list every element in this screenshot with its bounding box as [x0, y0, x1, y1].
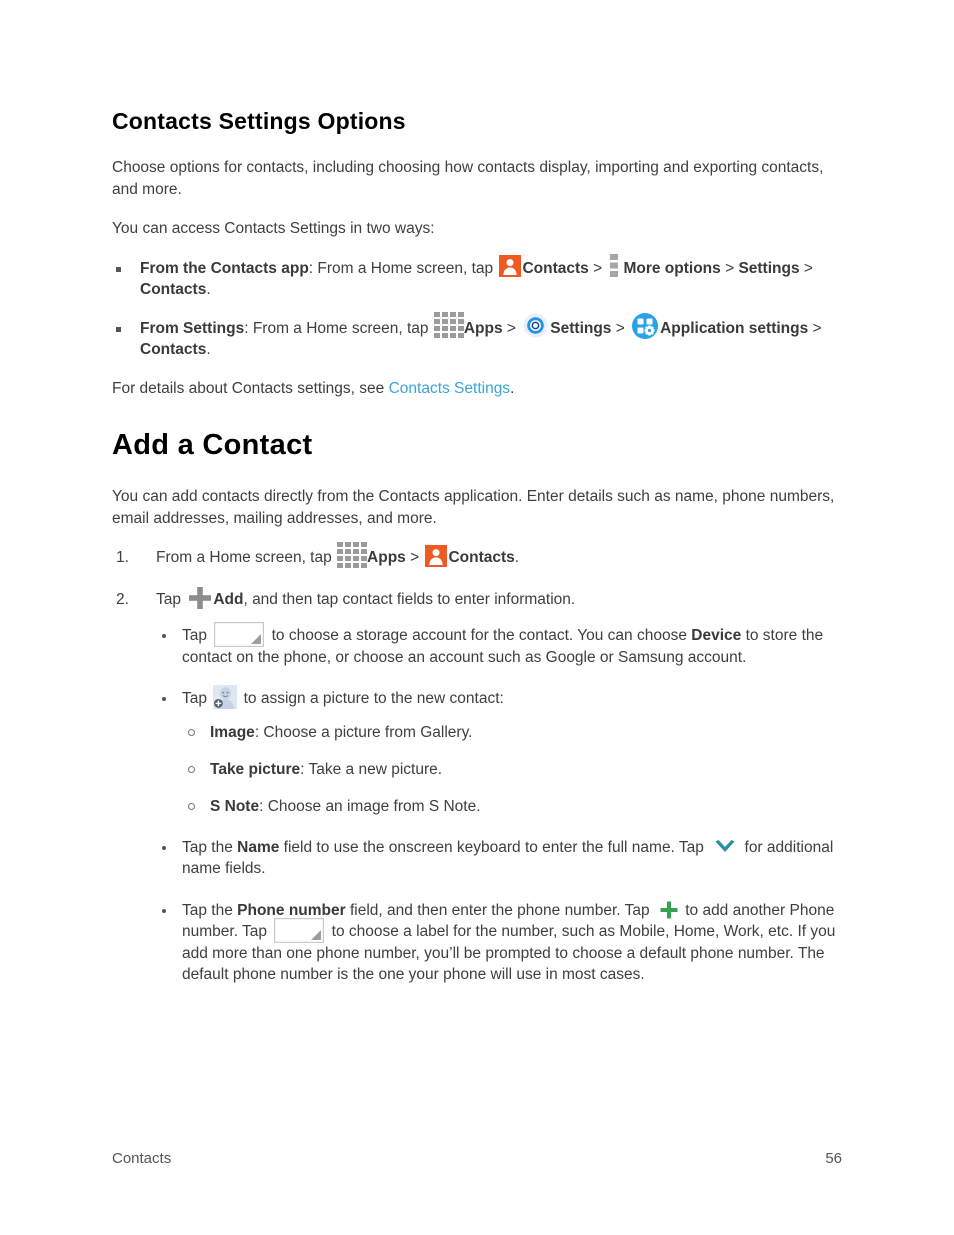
footer-chapter-label: Contacts: [112, 1150, 172, 1167]
page-content: Contacts Settings Options Choose options…: [112, 108, 842, 1006]
access-methods-list: From the Contacts app: From a Home scree…: [112, 253, 842, 360]
details-before: For details about Contacts settings, see: [112, 379, 389, 397]
apps-grid-icon: [337, 542, 368, 569]
option-label: Take picture: [210, 760, 301, 778]
bullet-text-1: Tap: [182, 690, 212, 708]
method-label: From Settings: [140, 319, 245, 337]
list-item-phone-number-field: Tap the Phone number field, and then ent…: [156, 900, 842, 986]
list-item-name-field: Tap the Name field to use the onscreen k…: [156, 837, 842, 880]
bullet-text-1: Tap: [182, 627, 212, 645]
contact-photo-icon: [213, 685, 238, 710]
footer-page-number: 56: [825, 1150, 842, 1167]
contacts-icon: [499, 255, 522, 278]
chapter-intro-paragraph: You can add contacts directly from the C…: [112, 488, 835, 527]
method-sep-3: >: [799, 259, 813, 277]
bullet-text-1: Tap the: [182, 838, 238, 856]
step-bold-1: Apps: [367, 549, 406, 567]
application-settings-icon: [632, 312, 659, 339]
option-label: S Note: [210, 797, 260, 815]
method-sep-2: >: [611, 319, 630, 337]
intro-paragraph: Choose options for contacts, including c…: [112, 159, 824, 198]
settings-gear-icon: [523, 313, 548, 338]
dropdown-selector-icon: [274, 917, 325, 943]
method-end: .: [206, 280, 211, 298]
chevron-down-icon: [714, 839, 736, 855]
method-bold-2: Settings: [550, 319, 612, 337]
bullet-text-2: field to use the onscreen keyboard to en…: [279, 838, 709, 856]
contacts-icon: [425, 545, 448, 568]
step-text-1: From a Home screen, tap: [156, 549, 337, 567]
method-bold-1: Apps: [463, 319, 503, 337]
page-title: Contacts Settings Options: [112, 108, 406, 134]
more-options-icon: [610, 253, 619, 277]
method-bold-3: Application settings: [660, 319, 809, 337]
bullet-text-2: field, and then enter the phone number. …: [345, 901, 654, 919]
method-bold-4: Contacts: [140, 280, 207, 298]
step-text-1: Tap: [156, 591, 186, 609]
chapter-title: Add a Contact: [112, 429, 313, 462]
list-item-storage-account: Tap to choose a storage account for the …: [156, 621, 842, 668]
bullet-text-1: Tap the: [182, 901, 238, 919]
plus-add-icon: [188, 586, 212, 610]
bullet-text-2: to choose a storage account for the cont…: [267, 627, 692, 645]
plus-green-icon: [660, 901, 678, 919]
bullet-bold-1: Phone number: [237, 901, 346, 919]
method-sep-1: >: [502, 319, 521, 337]
method-bold-3: Settings: [738, 259, 800, 277]
steps-list: From a Home screen, tap Apps > Contacts.…: [112, 542, 842, 986]
bullet-bold-1: Name: [237, 838, 280, 856]
page-footer: Contacts 56: [112, 1150, 842, 1167]
details-line: For details about Contacts settings, see…: [112, 378, 842, 400]
dropdown-selector-icon: [214, 621, 265, 647]
method-text: : From a Home screen, tap: [244, 319, 433, 337]
method-label: From the Contacts app: [140, 259, 309, 277]
method-bold-4: Contacts: [140, 340, 207, 358]
list-item-image-option: Image: Choose a picture from Gallery.: [182, 722, 842, 743]
step-bold-1: Add: [213, 591, 244, 609]
apps-grid-icon: [433, 312, 464, 339]
step-end: , and then tap contact fields to enter i…: [243, 591, 576, 609]
method-bold-1: Contacts: [522, 259, 589, 277]
option-label: Image: [210, 723, 255, 741]
method-sep-2: >: [720, 259, 739, 277]
document-page: Contacts Settings Options Choose options…: [0, 0, 954, 1235]
step-bold-2: Contacts: [448, 549, 515, 567]
step-item-1: From a Home screen, tap Apps > Contacts.: [112, 542, 842, 569]
step2-sub-bullets: Tap to choose a storage account for the …: [156, 621, 842, 986]
method-sep-1: >: [588, 259, 607, 277]
method-sep-3: >: [808, 319, 822, 337]
list-item-from-contacts-app: From the Contacts app: From a Home scree…: [112, 253, 842, 300]
details-after: .: [510, 379, 515, 397]
picture-source-options: Image: Choose a picture from Gallery. Ta…: [182, 722, 842, 817]
step-item-2: Tap Add, and then tap contact fields to …: [112, 586, 842, 986]
option-text: : Take a new picture.: [300, 760, 443, 778]
contacts-settings-link[interactable]: Contacts Settings: [389, 380, 510, 397]
list-item-s-note-option: S Note: Choose an image from S Note.: [182, 796, 842, 817]
step-end: .: [514, 549, 520, 567]
option-text: : Choose a picture from Gallery.: [254, 723, 473, 741]
step-sep-1: >: [405, 549, 424, 567]
option-text: : Choose an image from S Note.: [259, 797, 481, 815]
bullet-bold-1: Device: [691, 627, 742, 645]
bullet-text-2: to assign a picture to the new contact:: [239, 690, 504, 708]
access-intro-paragraph: You can access Contacts Settings in two …: [112, 220, 435, 237]
method-bold-2: More options: [623, 259, 721, 277]
list-item-from-settings: From Settings: From a Home screen, tap A…: [112, 312, 842, 360]
method-text: : From a Home screen, tap: [308, 259, 498, 277]
list-item-take-picture-option: Take picture: Take a new picture.: [182, 759, 842, 780]
method-end: .: [206, 340, 211, 358]
list-item-assign-picture: Tap to assign a picture to the new conta…: [156, 685, 842, 817]
